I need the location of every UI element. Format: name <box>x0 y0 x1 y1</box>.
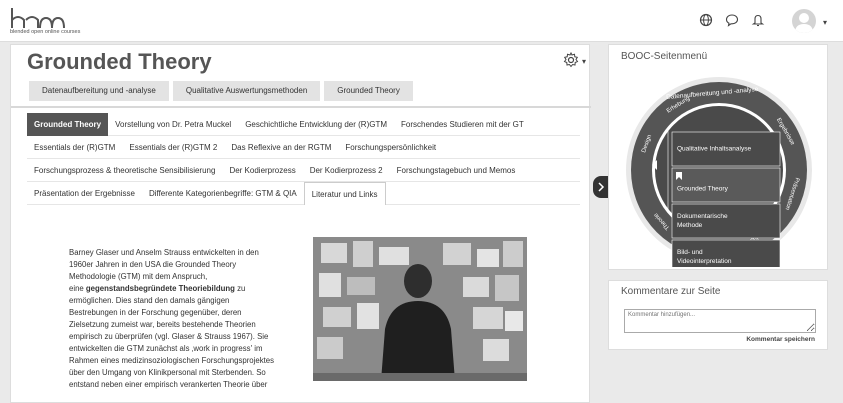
sidebar-toggle-chevron-icon[interactable] <box>593 176 609 198</box>
page-title: Grounded Theory <box>27 49 212 74</box>
tab-kodierprozess[interactable]: Der Kodierprozess <box>222 159 302 182</box>
bell-icon[interactable] <box>749 11 767 29</box>
wheel-menu-label: Dokumentarische <box>677 213 728 220</box>
tab-praesentation[interactable]: Präsentation der Ergebnisse <box>27 182 142 205</box>
settings-chevron-down-icon[interactable]: ▾ <box>582 57 586 66</box>
sidebar-title: BOOC-Seitenmenü <box>621 51 708 62</box>
wheel-menu-label: Bild- und <box>677 249 703 256</box>
wheel-menu-label: Videointerpretation <box>677 258 732 265</box>
tab-vorstellung[interactable]: Vorstellung von Dr. Petra Muckel <box>108 113 238 136</box>
user-menu-chevron-down-icon[interactable]: ▾ <box>823 18 827 27</box>
booc-wheel: Datenaufbereitung und -analyseErgebnisse… <box>626 77 812 267</box>
main-content: Grounded Theory ▾ Datenaufbereitung und … <box>10 44 591 403</box>
wheel-menu-item[interactable] <box>671 203 781 239</box>
tab-literatur[interactable]: Literatur und Links <box>303 181 386 205</box>
researcher-photo <box>313 237 527 381</box>
secondary-tabs-row: Präsentation der Ergebnisse Differente K… <box>27 181 580 205</box>
tab-essentials[interactable]: Essentials der (R)GTM <box>27 136 122 159</box>
wheel-menu-label: Methode <box>677 222 703 229</box>
tab-kategorienbegriffe[interactable]: Differente Kategorienbegriffe: GTM & QIA <box>142 182 304 205</box>
secondary-tabs-row: Grounded Theory Vorstellung von Dr. Petr… <box>27 112 580 136</box>
comments-title: Kommentare zur Seite <box>621 286 721 297</box>
wheel-menu-label: Grounded Theory <box>677 186 729 193</box>
tab-forschungstagebuch[interactable]: Forschungstagebuch und Memos <box>390 159 523 182</box>
secondary-tabs-row: Essentials der (R)GTM Essentials der (R)… <box>27 136 580 159</box>
tab-forschungspersoenlichkeit[interactable]: Forschungspersönlichkeit <box>338 136 443 159</box>
secondary-tabs: Grounded Theory Vorstellung von Dr. Petr… <box>27 112 580 205</box>
comments-panel: Kommentare zur Seite Kommentar speichern <box>608 280 828 350</box>
primary-tab-active[interactable]: Grounded Theory <box>324 81 413 101</box>
logo-subtitle: blended open online courses <box>10 29 81 35</box>
wheel-menu-label: Qualitative Inhaltsanalyse <box>677 146 751 153</box>
body-paragraph: Barney Glaser und Anselm Strauss entwick… <box>69 247 283 391</box>
body-text: zu ermöglichen. Dies stand den damals gä… <box>69 284 274 389</box>
secondary-tabs-row: Forschungsprozess & theoretische Sensibi… <box>27 159 580 182</box>
wheel-menu: Qualitative Inhaltsanalyse Grounded Theor… <box>671 131 781 267</box>
booc-menu-panel: BOOC-Seitenmenü Datenaufbereitung und -a… <box>608 44 828 270</box>
globe-icon[interactable] <box>697 11 715 29</box>
top-navbar: blended open online courses ▾ <box>0 0 843 42</box>
tab-reflexive[interactable]: Das Reflexive an der RGTM <box>224 136 338 159</box>
comment-input[interactable] <box>624 309 816 333</box>
primary-tab[interactable]: Qualitative Auswertungsmethoden <box>172 81 321 101</box>
primary-tabs: Datenaufbereitung und -analyse Qualitati… <box>29 81 413 101</box>
tab-geschichte[interactable]: Geschichtliche Entwicklung der (R)GTM <box>238 113 394 136</box>
save-comment-button[interactable]: Kommentar speichern <box>746 336 815 343</box>
tab-essentials-2[interactable]: Essentials der (R)GTM 2 <box>122 136 224 159</box>
primary-tab[interactable]: Datenaufbereitung und -analyse <box>29 81 169 101</box>
tab-grounded-theory[interactable]: Grounded Theory <box>27 112 109 136</box>
tab-kodierprozess-2[interactable]: Der Kodierprozess 2 <box>303 159 390 182</box>
tab-forschendes-studieren[interactable]: Forschendes Studieren mit der GT <box>394 113 531 136</box>
user-avatar[interactable] <box>792 9 816 33</box>
chat-icon[interactable] <box>723 11 741 29</box>
tab-forschungsprozess[interactable]: Forschungsprozess & theoretische Sensibi… <box>27 159 222 182</box>
body-text-bold: gegenstandsbegründete Theoriebildung <box>85 284 235 293</box>
divider <box>11 106 591 108</box>
gear-icon[interactable] <box>563 51 579 73</box>
